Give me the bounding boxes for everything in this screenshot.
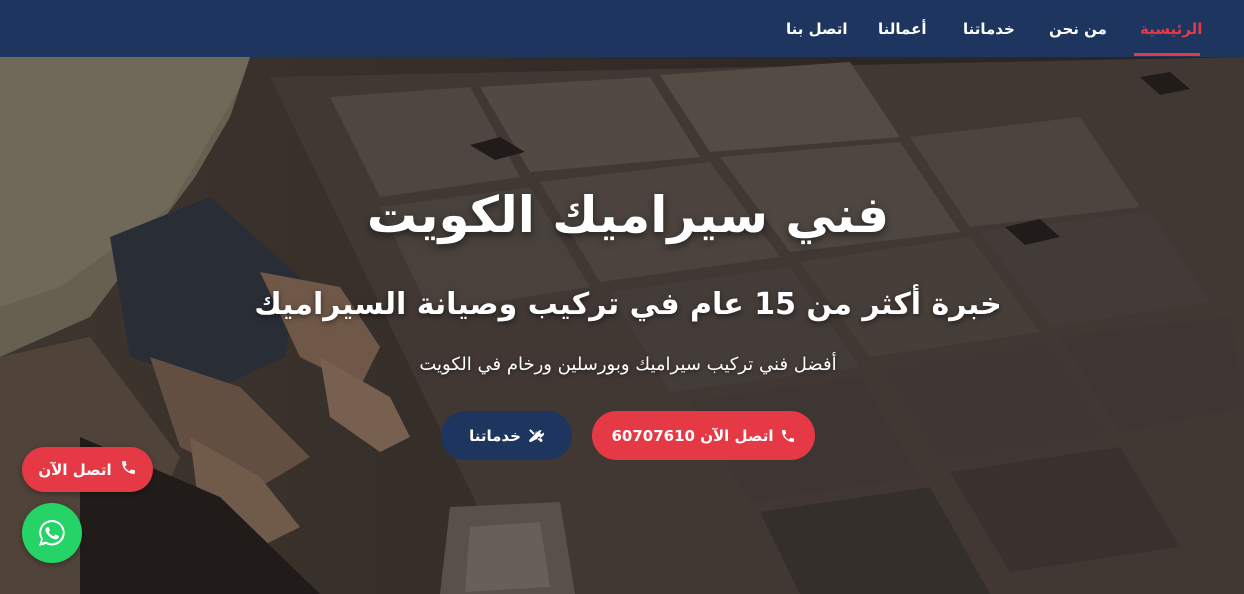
active-nav-underline	[1134, 53, 1200, 56]
call-now-label: اتصل الآن 60707610	[611, 426, 774, 445]
top-navbar: الرئيسية من نحن خدماتنا أعمالنا اتصل بنا	[0, 0, 1244, 57]
nav-link-home[interactable]: الرئيسية	[1140, 0, 1202, 57]
floating-call-button[interactable]: اتصل الآن	[22, 447, 153, 492]
hero-description: أفضل فني تركيب سيراميك وبورسلين ورخام في…	[419, 354, 837, 375]
services-label: خدماتنا	[469, 426, 521, 445]
services-button[interactable]: خدماتنا	[441, 411, 572, 460]
call-now-button[interactable]: اتصل الآن 60707610	[592, 411, 815, 460]
phone-icon	[120, 459, 137, 480]
hero-subtitle: خبرة أكثر من 15 عام في تركيب وصيانة السي…	[254, 287, 1002, 322]
nav-link-services[interactable]: خدماتنا	[963, 0, 1015, 57]
nav-link-about[interactable]: من نحن	[1049, 0, 1107, 57]
tools-icon	[527, 427, 544, 444]
nav-link-works[interactable]: أعمالنا	[878, 0, 926, 57]
whatsapp-button[interactable]	[22, 503, 82, 563]
floating-call-label: اتصل الآن	[38, 460, 112, 479]
hero-dark-overlay	[0, 57, 1244, 594]
phone-icon	[780, 428, 796, 444]
whatsapp-icon	[39, 520, 65, 546]
hero-title: فني سيراميك الكويت	[366, 186, 890, 244]
nav-link-contact[interactable]: اتصل بنا	[786, 0, 848, 57]
hero-section	[0, 57, 1244, 594]
